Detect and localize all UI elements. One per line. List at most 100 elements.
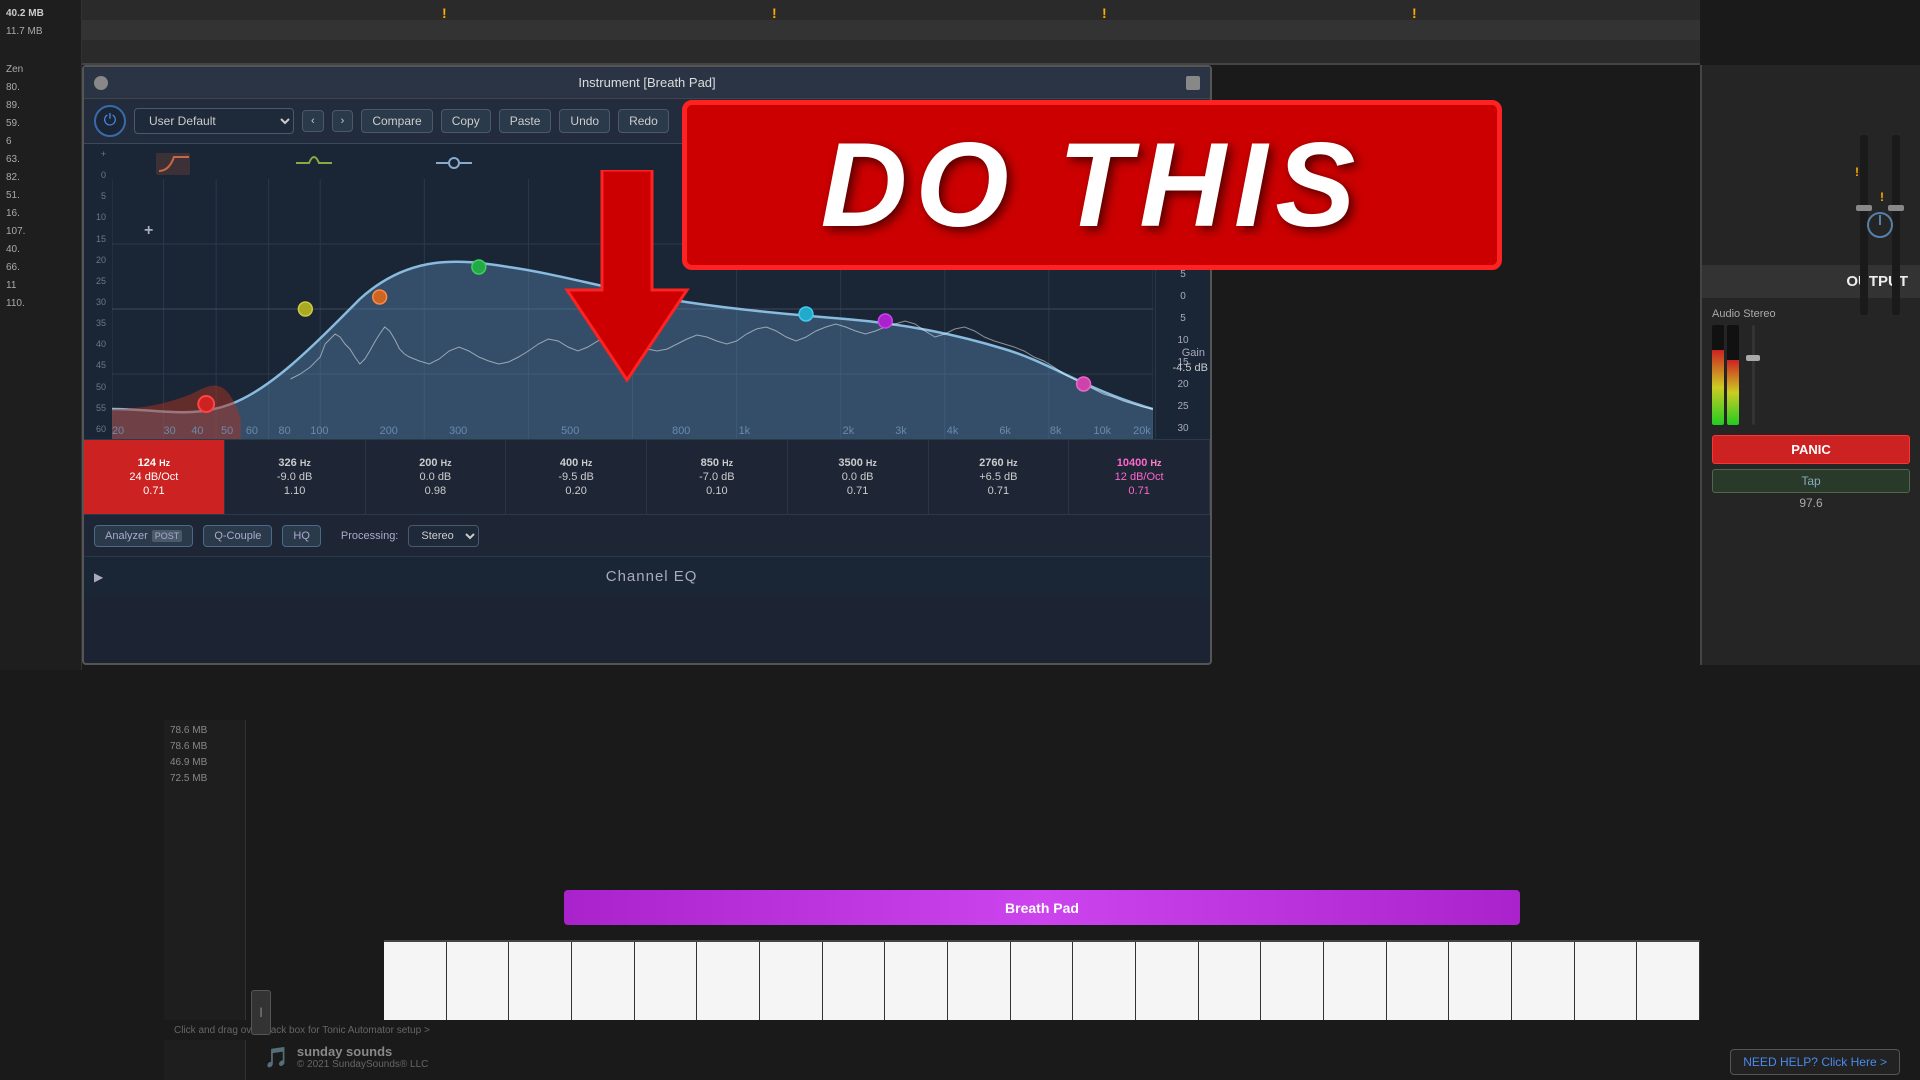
band-6-gain: 0.0 dB (842, 471, 874, 483)
paste-button[interactable]: Paste (499, 109, 552, 133)
piano-controls: | (246, 985, 346, 1040)
back-button[interactable]: ‹ (302, 110, 324, 132)
eq-band-2[interactable]: 326 Hz -9.0 dB 1.10 (225, 440, 366, 514)
eq-band-8[interactable]: 10400 Hz 12 dB/Oct 0.71 (1069, 440, 1210, 514)
band-5-gain: -7.0 dB (699, 471, 734, 483)
brand-text-block: sunday sounds © 2021 SundaySounds® LLC (297, 1044, 429, 1070)
mem-10: 51. (0, 187, 81, 205)
stereo-meter-bars (1712, 325, 1910, 425)
svg-text:1k: 1k (739, 425, 751, 437)
piano-left-control[interactable]: | (251, 990, 271, 1035)
fader-handle[interactable] (1746, 355, 1760, 361)
band-8-freq: 10400 Hz (1117, 457, 1162, 469)
mem-b3: 46.9 MB (170, 757, 239, 768)
processing-select[interactable]: Stereo (408, 525, 479, 547)
band-5-freq: 850 Hz (701, 457, 733, 469)
db-label-15: 15 (84, 234, 106, 244)
db-label-10: 10 (84, 212, 106, 222)
eq-footer: ▶ Channel EQ (84, 556, 1210, 596)
eq-band-6[interactable]: 3500 Hz 0.0 dB 0.71 (788, 440, 929, 514)
svg-text:10k: 10k (1094, 425, 1112, 437)
mem-16: 110. (0, 295, 81, 313)
band-5-q: 0.10 (706, 485, 727, 497)
band-4-q: 0.20 (565, 485, 586, 497)
svg-text:50: 50 (221, 425, 233, 437)
band-3-gain: 0.0 dB (419, 471, 451, 483)
need-help-label: NEED HELP? (1743, 1055, 1818, 1069)
q-couple-button[interactable]: Q-Couple (203, 525, 272, 547)
piano-control-icon: | (260, 1007, 263, 1018)
do-this-banner: DO THIS (682, 100, 1502, 270)
eq-band-3[interactable]: 200 Hz 0.0 dB 0.98 (366, 440, 507, 514)
svg-text:3k: 3k (895, 425, 907, 437)
breath-pad-bar[interactable]: Breath Pad (564, 890, 1520, 925)
right-faders: ! ! (1850, 125, 1910, 325)
analyzer-button[interactable]: Analyzer POST (94, 525, 193, 547)
eq-band-5[interactable]: 850 Hz -7.0 dB 0.10 (647, 440, 788, 514)
eq-band-1[interactable]: 124 Hz 24 dB/Oct 0.71 (84, 440, 225, 514)
tap-button[interactable]: Tap (1712, 469, 1910, 493)
eq-bands-display: 124 Hz 24 dB/Oct 0.71 326 Hz -9.0 dB 1.1… (84, 439, 1210, 514)
node-filter-icon (434, 149, 474, 177)
db-label-45: 45 (84, 360, 106, 370)
window-close-button[interactable] (94, 76, 108, 90)
svg-text:80: 80 (279, 425, 291, 437)
timeline-bar (82, 20, 1700, 40)
processing-label: Processing: (341, 530, 398, 542)
memory-sidebar: 40.2 MB 11.7 MB Zen 80. 89. 59. 6 63. 82… (0, 0, 82, 670)
band-6-q: 0.71 (847, 485, 868, 497)
play-button[interactable]: ▶ (94, 570, 103, 584)
svg-text:100: 100 (310, 425, 328, 437)
band-8-q: 0.71 (1128, 485, 1149, 497)
eq-titlebar: Instrument [Breath Pad] (84, 67, 1210, 99)
timeline-exclamation-4: ! (1412, 5, 1417, 21)
forward-button[interactable]: › (332, 110, 354, 132)
mem-15: 11 (0, 277, 81, 295)
gain-value: -4.5 dB (1173, 362, 1208, 374)
eq-bottom-controls: Analyzer POST Q-Couple HQ Processing: St… (84, 514, 1210, 556)
db-label-30: 30 (84, 297, 106, 307)
eq-band-7[interactable]: 2760 Hz +6.5 dB 0.71 (929, 440, 1070, 514)
band-3-q: 0.98 (425, 485, 446, 497)
mem-4: 80. (0, 79, 81, 97)
preset-dropdown[interactable]: User Default (134, 108, 294, 134)
hq-button[interactable]: HQ (282, 525, 321, 547)
timeline-exclamation-1: ! (442, 5, 447, 21)
redo-button[interactable]: Redo (618, 109, 669, 133)
branding-area: 🎵 sunday sounds © 2021 SundaySounds® LLC (264, 1044, 428, 1070)
click-here-link[interactable]: Click Here > (1821, 1055, 1887, 1069)
bell-filter-icon (294, 149, 334, 177)
mem-11: 16. (0, 205, 81, 223)
db-label-20: 20 (84, 255, 106, 265)
tap-value: 97.6 (1712, 496, 1910, 510)
fader-track (1752, 325, 1755, 425)
db-label-35: 35 (84, 318, 106, 328)
gain-r-30n: 30 (1177, 423, 1188, 434)
db-label-60: 60 (84, 424, 106, 434)
power-button[interactable]: ⏻ (94, 105, 126, 137)
brand-copyright: © 2021 SundaySounds® LLC (297, 1059, 429, 1070)
post-badge: POST (152, 530, 183, 542)
need-help-area[interactable]: NEED HELP? Click Here > (1730, 1049, 1900, 1075)
waveform-icon: 🎵 (264, 1045, 289, 1070)
svg-text:800: 800 (672, 425, 690, 437)
gain-r-20n: 20 (1177, 379, 1188, 390)
mem-b2: 78.6 MB (170, 741, 239, 752)
output-panel: OUTPUT Audio Stereo PANIC (1700, 65, 1920, 665)
eq-band-4[interactable]: 400 Hz -9.5 dB 0.20 (506, 440, 647, 514)
panic-button[interactable]: PANIC (1712, 435, 1910, 464)
window-minimize-button[interactable] (1186, 76, 1200, 90)
meter-right (1727, 325, 1739, 425)
band-7-q: 0.71 (988, 485, 1009, 497)
compare-button[interactable]: Compare (361, 109, 432, 133)
gain-r-5: 5 (1180, 269, 1186, 280)
undo-button[interactable]: Undo (559, 109, 610, 133)
mem-6: 59. (0, 115, 81, 133)
band-1-freq: 124 Hz (138, 457, 170, 469)
mem-3: Zen (0, 61, 81, 79)
meter-left (1712, 325, 1724, 425)
right-faders-svg (1850, 125, 1910, 325)
brand-name: sunday sounds (297, 1044, 429, 1059)
copy-button[interactable]: Copy (441, 109, 491, 133)
mem-b1: 78.6 MB (170, 725, 239, 736)
